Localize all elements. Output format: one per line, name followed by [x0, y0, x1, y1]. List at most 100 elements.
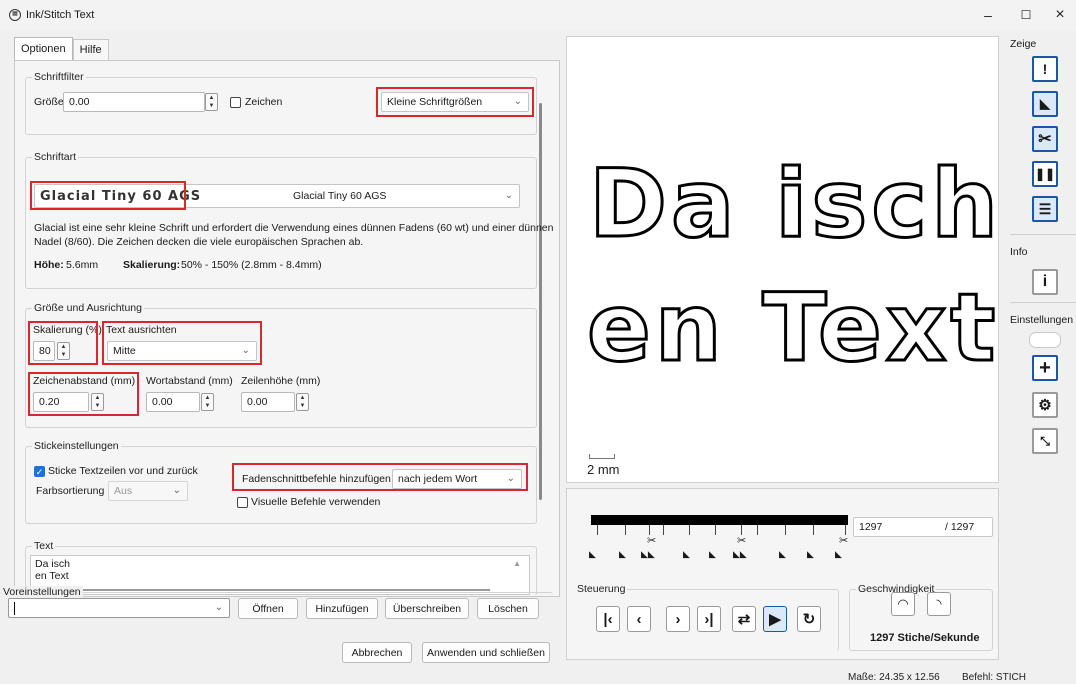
line-height-stepper[interactable]: ▲ ▼: [296, 393, 309, 411]
speed-value: 1297 Stiche/Sekunde: [870, 632, 980, 644]
control-title: Steuerung: [575, 583, 628, 595]
presets-group: Voreinstellungen ⌄ Öffnen Hinzufügen Übe…: [0, 586, 553, 626]
glyphs-label: Zeichen: [245, 96, 283, 108]
glyphs-checkbox[interactable]: [230, 97, 241, 108]
jump-stitch-icon[interactable]: !: [1032, 56, 1058, 82]
settings-label: Einstellungen: [1010, 314, 1074, 326]
line-height-input[interactable]: 0.00: [241, 392, 295, 412]
overwrite-button[interactable]: Überschreiben: [385, 598, 469, 619]
minimize-button[interactable]: –: [968, 0, 1008, 30]
line-height-label: Zeilenhöhe (mm): [241, 375, 321, 387]
text-group: Text Da isch en Text ▲: [25, 540, 537, 596]
chevron-down-icon: ⌄: [504, 190, 513, 201]
info-label: Info: [1010, 246, 1028, 258]
cancel-button[interactable]: Abbrechen: [342, 642, 412, 663]
options-tab-panel: Schriftfilter Größe 0.00 ▲ ▼ Zeichen Klei…: [14, 60, 560, 597]
font-group: Schriftart Glacial Tiny 60 AGS Glacial T…: [25, 151, 554, 289]
skip-to-end-icon[interactable]: ›|: [697, 606, 721, 632]
size-label: Größe: [34, 96, 64, 108]
title-bar: ▦ Ink/Stitch Text – ☐ ×: [0, 0, 1076, 30]
gear-icon[interactable]: ⚙: [1032, 392, 1058, 418]
close-button[interactable]: ×: [1040, 0, 1076, 30]
swap-direction-icon[interactable]: ⇄: [732, 606, 756, 632]
skip-to-start-icon[interactable]: |‹: [596, 606, 620, 632]
timeline-tick: [663, 525, 664, 535]
text-title: Text: [32, 540, 56, 552]
presets-title: Voreinstellungen: [1, 586, 83, 598]
show-label: Zeige: [1010, 38, 1037, 50]
tab-bar: Optionen Hilfe: [14, 37, 109, 60]
scale-label: 2 mm: [587, 462, 620, 477]
pause-icon[interactable]: ❚❚: [1032, 161, 1058, 187]
presser-foot-icon: ◣◣: [733, 549, 747, 559]
size-input[interactable]: 0.00: [63, 92, 205, 112]
restart-icon[interactable]: ↻: [797, 606, 821, 632]
plus-icon[interactable]: +: [1032, 355, 1058, 381]
scissors-icon: ✂: [839, 535, 849, 547]
presser-foot-icon: ◣: [807, 549, 814, 559]
timeline-tick: [757, 525, 758, 535]
highlight-box: [102, 321, 262, 365]
toggle-switch[interactable]: [1029, 332, 1061, 348]
word-spacing-label: Wortabstand (mm): [146, 375, 233, 387]
scale-label: Skalierung:: [123, 259, 181, 271]
stitch-preview-canvas[interactable]: Da isch en Text 2 mm: [566, 36, 999, 483]
highlight-box: [28, 372, 139, 416]
highlight-box: [30, 181, 186, 210]
app-icon: ▦: [9, 9, 21, 21]
separator: [1010, 234, 1076, 235]
info-icon[interactable]: i: [1032, 269, 1058, 295]
font-title: Schriftart: [32, 151, 79, 163]
slow-down-icon[interactable]: ◠: [891, 592, 915, 616]
size-alignment-title: Größe und Ausrichtung: [32, 302, 144, 314]
tab-options[interactable]: Optionen: [14, 37, 73, 60]
text-cursor: [14, 601, 15, 615]
add-button[interactable]: Hinzufügen: [306, 598, 378, 619]
highlight-box: [232, 463, 528, 491]
scale-value: 50% - 150% (2.8mm - 8.4mm): [181, 259, 322, 271]
word-spacing-input[interactable]: 0.00: [146, 392, 200, 412]
delete-button[interactable]: Löschen: [477, 598, 539, 619]
text-line-1: Da isch: [35, 558, 71, 570]
highlight-box: [28, 321, 98, 365]
color-sort-select[interactable]: Aus ⌄: [108, 481, 188, 501]
size-stepper[interactable]: ▲ ▼: [205, 93, 218, 111]
height-value: 5.6mm: [66, 259, 99, 271]
command-status: Befehl: STICH: [962, 672, 1026, 683]
color-sort-label: Farbsortierung: [36, 485, 105, 497]
resize-icon[interactable]: ⤡: [1032, 428, 1058, 454]
color-change-icon[interactable]: ☰: [1032, 196, 1058, 222]
stitch-settings-group: Stickeinstellungen ✓ Sticke Textzeilen v…: [25, 440, 537, 524]
font-filter-group: Schriftfilter Größe 0.00 ▲ ▼ Zeichen Klei…: [25, 71, 537, 135]
stitch-settings-title: Stickeinstellungen: [32, 440, 121, 452]
stitch-timeline[interactable]: [591, 515, 848, 525]
open-button[interactable]: Öffnen: [238, 598, 298, 619]
word-spacing-stepper[interactable]: ▲ ▼: [201, 393, 214, 411]
back-forth-label: Sticke Textzeilen vor und zurück: [48, 465, 198, 477]
presser-foot-icon[interactable]: ◣: [1032, 91, 1058, 117]
visual-commands-checkbox[interactable]: [237, 497, 248, 508]
options-scrollbar[interactable]: [539, 103, 542, 500]
text-scrollbar[interactable]: [30, 589, 490, 591]
play-icon[interactable]: ▶: [763, 606, 787, 632]
font-description-1: Glacial ist eine sehr kleine Schrift und…: [34, 222, 554, 234]
step-forward-icon[interactable]: ›: [666, 606, 690, 632]
font-filter-title: Schriftfilter: [32, 71, 86, 83]
scale-bar: [589, 454, 615, 459]
step-back-icon[interactable]: ‹: [627, 606, 651, 632]
font-name: Glacial Tiny 60 AGS: [293, 190, 387, 202]
timeline-tick: [597, 525, 598, 535]
presser-foot-icon: ◣: [589, 549, 596, 559]
scroll-up-icon[interactable]: ▲: [513, 559, 521, 568]
chevron-down-icon: ⌄: [172, 485, 181, 496]
tab-help[interactable]: Hilfe: [72, 39, 109, 60]
speed-up-icon[interactable]: ◝: [927, 592, 951, 616]
timeline-tick: [813, 525, 814, 535]
scissors-icon[interactable]: ✂: [1032, 126, 1058, 152]
dimensions-status: Maße: 24.35 x 12.56: [848, 672, 940, 683]
window-title: Ink/Stitch Text: [26, 9, 95, 21]
color-sort-value: Aus: [114, 485, 133, 497]
back-forth-checkbox[interactable]: ✓: [34, 466, 45, 477]
apply-close-button[interactable]: Anwenden und schließen: [422, 642, 550, 663]
presets-select[interactable]: ⌄: [8, 598, 230, 618]
